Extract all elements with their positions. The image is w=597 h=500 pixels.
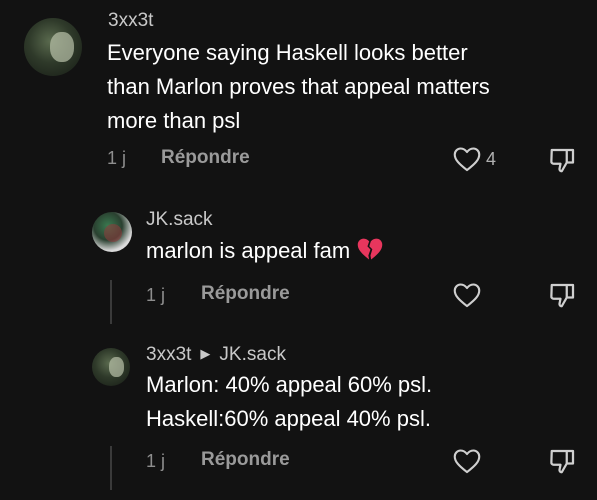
- avatar[interactable]: [24, 18, 82, 76]
- reply-to-username[interactable]: JK.sack: [219, 344, 286, 365]
- dislike-icon[interactable]: [548, 145, 578, 180]
- dislike-icon[interactable]: [548, 280, 578, 315]
- reply-time: 1 j: [146, 451, 166, 471]
- reply-username[interactable]: 3xx3t: [146, 344, 191, 365]
- comment-text: Everyone saying Haskell looks better tha…: [107, 36, 490, 138]
- avatar[interactable]: [92, 348, 130, 386]
- reply-text: Marlon: 40% appeal 60% psl. Haskell:60% …: [146, 368, 432, 436]
- reply-text-line: Haskell:60% appeal 40% psl.: [146, 406, 431, 431]
- avatar-face: [109, 357, 124, 377]
- avatar-face: [50, 32, 74, 62]
- thread-line: [110, 280, 112, 324]
- reply-arrow-icon: ▶: [200, 346, 211, 361]
- dislike-icon[interactable]: [548, 446, 578, 481]
- like-heart-icon[interactable]: [453, 146, 481, 177]
- thread-line: [110, 446, 112, 490]
- reply-text-content: marlon is appeal fam: [146, 238, 351, 263]
- reply-time: 1 j: [146, 285, 166, 305]
- comment-text-line: more than psl: [107, 108, 241, 133]
- broken-heart-icon: [356, 236, 384, 272]
- reply-text-line: Marlon: 40% appeal 60% psl.: [146, 372, 433, 397]
- comment-text-line: than Marlon proves that appeal matters: [107, 74, 490, 99]
- comment-time: 1 j: [107, 148, 127, 168]
- like-heart-icon[interactable]: [453, 448, 481, 479]
- avatar-face: [104, 224, 122, 242]
- reply-button[interactable]: Répondre: [161, 147, 250, 169]
- reply-button[interactable]: Répondre: [201, 449, 290, 471]
- comment-username[interactable]: 3xx3t: [108, 10, 153, 32]
- avatar[interactable]: [92, 212, 132, 252]
- reply-username[interactable]: JK.sack: [146, 209, 213, 231]
- like-count: 4: [486, 149, 497, 169]
- comment-text-line: Everyone saying Haskell looks better: [107, 40, 468, 65]
- reply-header: 3xx3t ▶ JK.sack: [146, 344, 286, 366]
- reply-text: marlon is appeal fam: [146, 234, 384, 272]
- reply-button[interactable]: Répondre: [201, 283, 290, 305]
- like-heart-icon[interactable]: [453, 282, 481, 313]
